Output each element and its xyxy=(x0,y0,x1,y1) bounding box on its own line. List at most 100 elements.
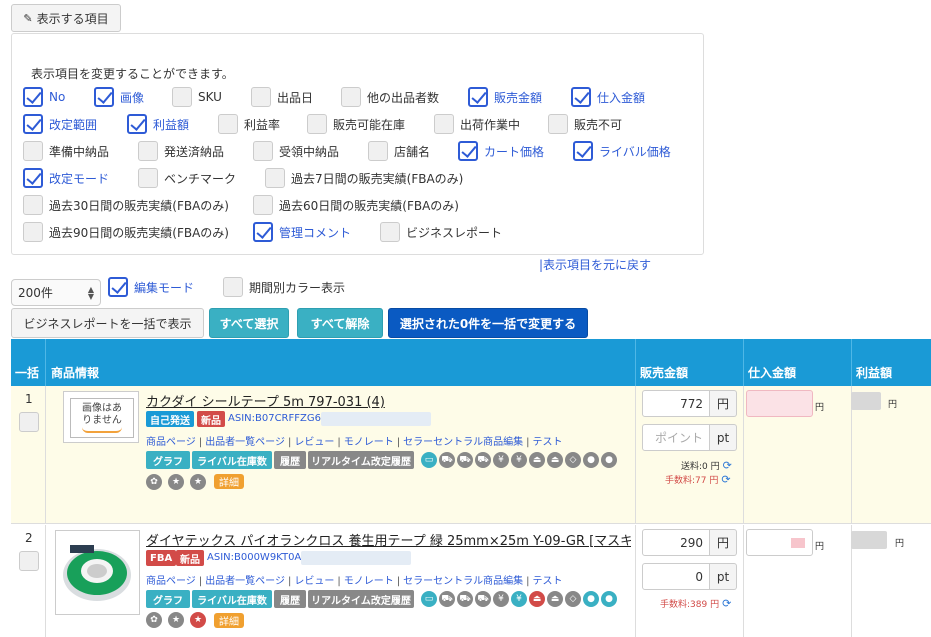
sale-price-input[interactable]: 772 xyxy=(642,390,710,417)
refresh-icon[interactable]: ⟳ xyxy=(722,597,731,610)
option-checkbox[interactable]: 利益額 xyxy=(127,114,189,134)
cart-icon[interactable]: ⛟ xyxy=(439,452,455,468)
eject-icon[interactable]: ⏏ xyxy=(529,591,545,607)
eject-icon[interactable]: ⏏ xyxy=(547,452,563,468)
cost-input[interactable] xyxy=(746,529,813,556)
rival-stock-button[interactable]: ライバル在庫数 xyxy=(192,590,272,608)
option-checkbox[interactable]: 発送済納品 xyxy=(138,141,224,161)
point-input[interactable]: ポイント xyxy=(642,424,710,451)
product-title-link[interactable]: カクダイ シールテープ 5m 797-031 (4) xyxy=(146,391,626,410)
yen-icon[interactable]: ¥ xyxy=(511,452,527,468)
refresh-icon[interactable]: ⟳ xyxy=(723,459,732,472)
product-page-link[interactable]: 商品ページ xyxy=(146,437,196,448)
monorate-link[interactable]: モノレート xyxy=(344,437,394,448)
point-input[interactable]: 0 xyxy=(642,563,710,590)
users-icon[interactable]: ● xyxy=(601,452,617,468)
row-select-checkbox[interactable] xyxy=(19,412,39,432)
star-icon[interactable]: ★ xyxy=(168,474,184,490)
option-checkbox[interactable]: 過去30日間の販売実績(FBAのみ) xyxy=(23,195,229,215)
bulk-business-report-button[interactable]: ビジネスレポートを一括で表示 xyxy=(11,308,204,338)
star-icon[interactable]: ★ xyxy=(190,474,206,490)
eject-icon[interactable]: ⏏ xyxy=(547,591,563,607)
option-checkbox[interactable]: 仕入金額 xyxy=(571,87,645,107)
yen-icon[interactable]: ¥ xyxy=(511,591,527,607)
cart-icon[interactable]: ⛟ xyxy=(475,591,491,607)
tag-icon[interactable]: ◇ xyxy=(565,452,581,468)
no-image-placeholder: 画像はありません xyxy=(70,398,134,438)
history-button[interactable]: 履歴 xyxy=(274,451,306,469)
detail-button[interactable]: 詳細 xyxy=(214,613,244,628)
option-checkbox[interactable]: 受領中納品 xyxy=(253,141,339,161)
option-checkbox[interactable]: カート価格 xyxy=(458,141,544,161)
option-checkbox[interactable]: 過去60日間の販売実績(FBAのみ) xyxy=(253,195,459,215)
cart-icon[interactable]: ⛟ xyxy=(439,591,455,607)
monorate-link[interactable]: モノレート xyxy=(344,576,394,587)
select-all-button[interactable]: すべて選択 xyxy=(209,308,289,338)
option-checkbox[interactable]: SKU xyxy=(172,87,222,107)
option-checkbox[interactable]: 改定モード xyxy=(23,168,109,188)
user-icon[interactable]: ● xyxy=(583,452,599,468)
option-checkbox[interactable]: ベンチマーク xyxy=(138,168,236,188)
seller-list-link[interactable]: 出品者一覧ページ xyxy=(205,576,285,587)
cart-icon[interactable]: ⛟ xyxy=(457,452,473,468)
history-button[interactable]: 履歴 xyxy=(274,590,306,608)
star-icon[interactable]: ★ xyxy=(168,612,184,628)
review-link[interactable]: レビュー xyxy=(294,437,334,448)
folder-icon[interactable]: ▭ xyxy=(421,591,437,607)
yen-icon[interactable]: ¥ xyxy=(493,591,509,607)
product-title-link[interactable]: ダイヤテックス パイオランクロス 養生用テープ 緑 25mm×25m Y-09-… xyxy=(146,530,631,549)
eject-icon[interactable]: ⏏ xyxy=(529,452,545,468)
display-items-button[interactable]: ✎ 表示する項目 xyxy=(11,4,121,32)
option-checkbox[interactable]: 出荷作業中 xyxy=(434,114,520,134)
paw-icon[interactable]: ✿ xyxy=(146,474,162,490)
test-link[interactable]: テスト xyxy=(533,576,563,587)
cart-icon[interactable]: ⛟ xyxy=(475,452,491,468)
option-checkbox[interactable]: 販売不可 xyxy=(548,114,622,134)
option-checkbox[interactable]: 店舗名 xyxy=(368,141,430,161)
option-checkbox[interactable]: 出品日 xyxy=(251,87,313,107)
seller-central-link[interactable]: セラーセントラル商品編集 xyxy=(403,437,523,448)
folder-icon[interactable]: ▭ xyxy=(421,452,437,468)
edit-mode-checkbox[interactable]: 編集モード xyxy=(108,277,194,297)
option-checkbox[interactable]: 準備中納品 xyxy=(23,141,109,161)
option-checkbox[interactable]: ライバル価格 xyxy=(573,141,671,161)
option-checkbox[interactable]: 販売可能在庫 xyxy=(307,114,405,134)
option-checkbox[interactable]: 改定範囲 xyxy=(23,114,97,134)
per-page-select[interactable]: 200件 ▲ ▼ xyxy=(11,279,101,306)
graph-button[interactable]: グラフ xyxy=(146,451,190,469)
period-color-checkbox[interactable]: 期間別カラー表示 xyxy=(223,277,345,297)
user-icon[interactable]: ● xyxy=(583,591,599,607)
realtime-history-button[interactable]: リアルタイム改定履歴 xyxy=(308,590,414,608)
seller-list-link[interactable]: 出品者一覧ページ xyxy=(205,437,285,448)
review-link[interactable]: レビュー xyxy=(294,576,334,587)
rival-stock-button[interactable]: ライバル在庫数 xyxy=(192,451,272,469)
cart-icon[interactable]: ⛟ xyxy=(457,591,473,607)
star-icon[interactable]: ★ xyxy=(190,612,206,628)
tag-icon[interactable]: ◇ xyxy=(565,591,581,607)
row-select-checkbox[interactable] xyxy=(19,551,39,571)
option-checkbox[interactable]: 利益率 xyxy=(218,114,280,134)
graph-button[interactable]: グラフ xyxy=(146,590,190,608)
seller-central-link[interactable]: セラーセントラル商品編集 xyxy=(403,576,523,587)
option-checkbox[interactable]: No xyxy=(23,87,65,107)
option-checkbox[interactable]: 他の出品者数 xyxy=(341,87,439,107)
bulk-change-button[interactable]: 選択された0件を一括で変更する xyxy=(388,308,588,338)
reset-display-items-link[interactable]: |表示項目を元に戻す xyxy=(539,256,651,273)
yen-icon[interactable]: ¥ xyxy=(493,452,509,468)
detail-button[interactable]: 詳細 xyxy=(214,474,244,489)
paw-icon[interactable]: ✿ xyxy=(146,612,162,628)
option-checkbox[interactable]: 販売金額 xyxy=(468,87,542,107)
deselect-all-button[interactable]: すべて解除 xyxy=(297,308,383,338)
option-checkbox[interactable]: 過去7日間の販売実績(FBAのみ) xyxy=(265,168,463,188)
users-icon[interactable]: ● xyxy=(601,591,617,607)
cost-input[interactable] xyxy=(746,390,813,417)
option-checkbox[interactable]: 過去90日間の販売実績(FBAのみ) xyxy=(23,222,229,242)
option-checkbox[interactable]: ビジネスレポート xyxy=(380,222,502,242)
option-checkbox[interactable]: 管理コメント xyxy=(253,222,351,242)
test-link[interactable]: テスト xyxy=(533,437,563,448)
refresh-icon[interactable]: ⟳ xyxy=(721,473,730,486)
sale-price-input[interactable]: 290 xyxy=(642,529,710,556)
option-checkbox[interactable]: 画像 xyxy=(94,87,144,107)
realtime-history-button[interactable]: リアルタイム改定履歴 xyxy=(308,451,414,469)
product-page-link[interactable]: 商品ページ xyxy=(146,576,196,587)
